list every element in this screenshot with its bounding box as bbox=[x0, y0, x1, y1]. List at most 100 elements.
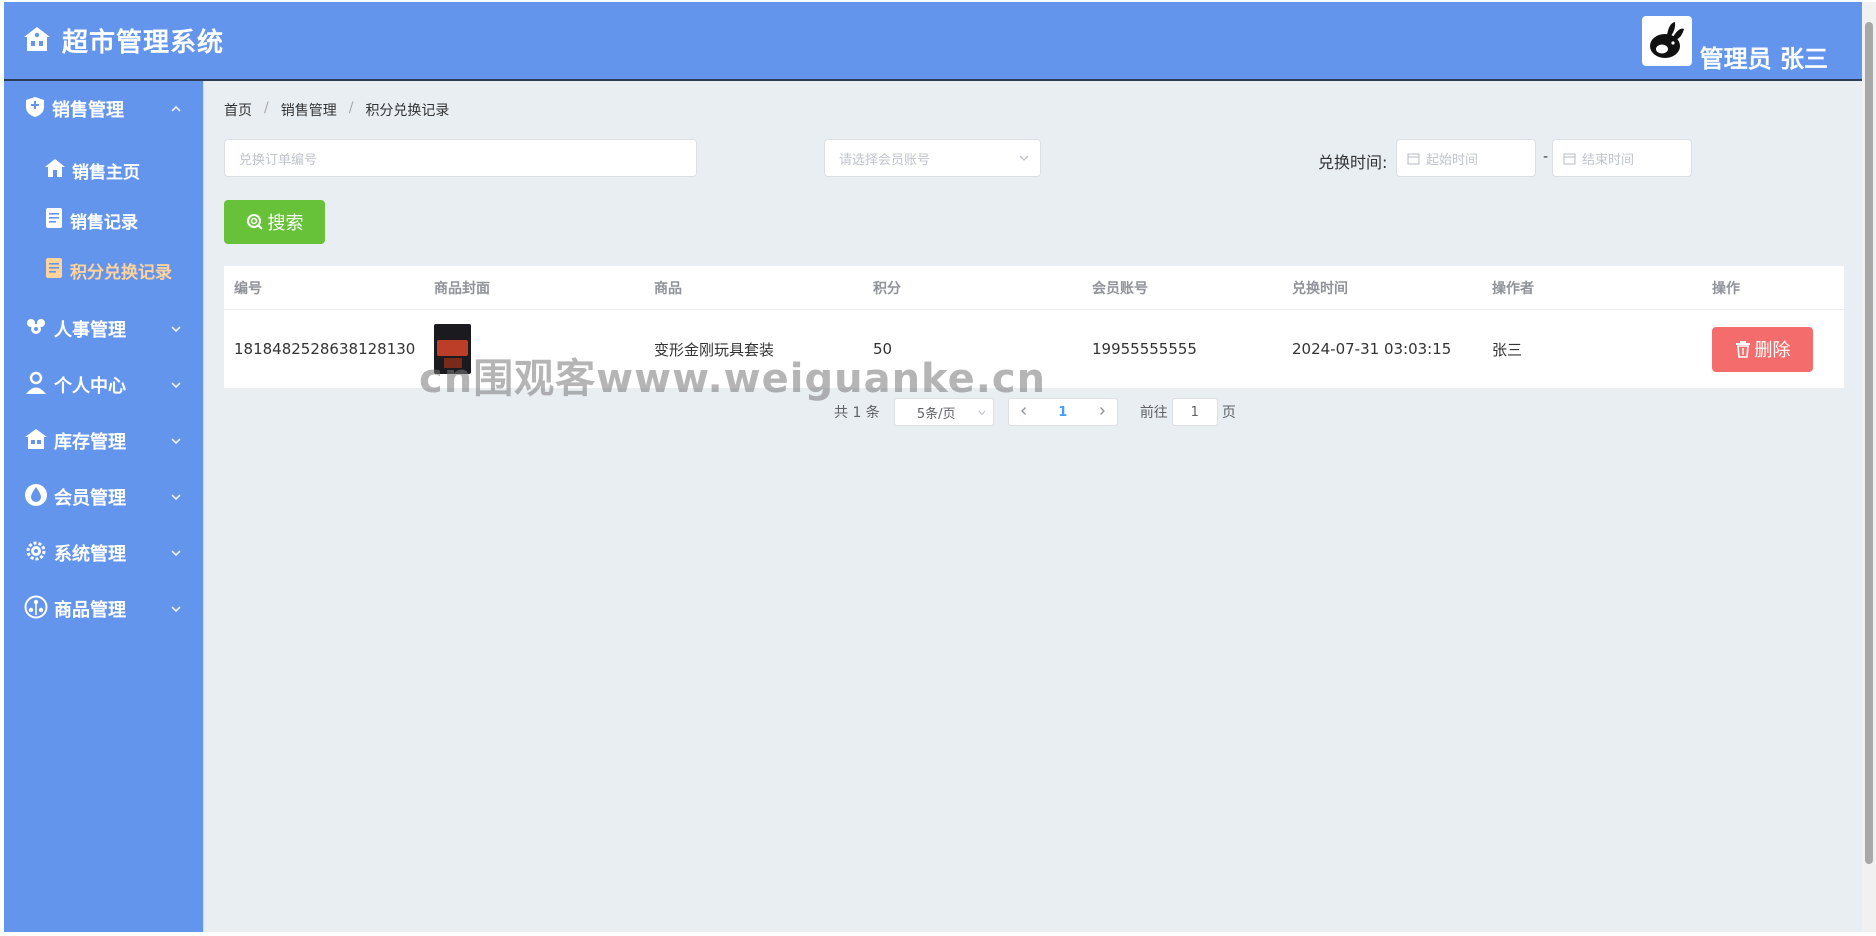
search-button-label: 搜索 bbox=[267, 213, 304, 234]
user-name: 管理员 张三 bbox=[1699, 45, 1828, 73]
store-icon bbox=[22, 25, 52, 57]
sidebar-item-sales-records[interactable]: 销售记录 bbox=[4, 195, 203, 245]
end-time-placeholder: 结束时间 bbox=[1582, 152, 1635, 168]
search-icon bbox=[246, 213, 264, 231]
trash-icon bbox=[1735, 340, 1751, 358]
breadcrumb-home[interactable]: 首页 bbox=[224, 100, 252, 120]
shield-icon bbox=[24, 96, 46, 122]
goto-suffix: 页 bbox=[1221, 405, 1236, 421]
menu-sales[interactable]: 销售管理 bbox=[4, 81, 203, 137]
goto-prefix: 前往 bbox=[1139, 405, 1168, 421]
column-header: 积分 bbox=[873, 280, 901, 297]
menu-profile-label: 个人中心 bbox=[54, 376, 126, 397]
breadcrumb-separator: / bbox=[348, 100, 354, 116]
app-root: 超市管理系统 管理员 张三 销售管理 销售主页 销售记录 积分兑换记录 人事管理… bbox=[4, 2, 1862, 932]
delete-button[interactable]: 删除 bbox=[1712, 326, 1813, 372]
breadcrumb-current: 积分兑换记录 bbox=[365, 103, 450, 119]
watermark: cn围观客www.weiguanke.cn bbox=[419, 356, 1047, 402]
goto-page-value: 1 bbox=[1190, 404, 1199, 420]
exchange-time-label: 兑换时间: bbox=[1318, 153, 1388, 172]
sidebar-item-sales-home[interactable]: 销售主页 bbox=[4, 145, 203, 195]
menu-member[interactable]: 会员管理 bbox=[4, 469, 203, 525]
sidebar-item-label: 销售主页 bbox=[72, 162, 140, 183]
goto-page-input[interactable]: 1 bbox=[1171, 398, 1218, 426]
page-scrollbar[interactable] bbox=[1862, 2, 1876, 932]
column-header: 操作 bbox=[1712, 280, 1740, 297]
menu-profile[interactable]: 个人中心 bbox=[4, 357, 203, 413]
app-title: 超市管理系统 bbox=[62, 28, 225, 58]
prev-page-icon[interactable] bbox=[1019, 405, 1029, 420]
chevron-down-icon bbox=[1018, 152, 1030, 168]
cell-time: 2024-07-31 03:03:15 bbox=[1292, 340, 1452, 358]
cell-action: 删除 bbox=[1702, 326, 1844, 372]
chevron-down-icon bbox=[977, 407, 987, 422]
menu-inventory[interactable]: 库存管理 bbox=[4, 413, 203, 469]
chevron-down-icon bbox=[169, 433, 183, 447]
search-button[interactable]: 搜索 bbox=[224, 200, 325, 244]
user-menu[interactable]: 管理员 张三 bbox=[1641, 16, 1828, 72]
sidebar-item-points-exchange[interactable]: 积分兑换记录 bbox=[4, 245, 203, 295]
calendar-icon bbox=[1563, 152, 1576, 165]
breadcrumb-separator: / bbox=[264, 100, 269, 116]
pagination-total: 共 1 条 bbox=[834, 405, 880, 421]
top-header: 超市管理系统 管理员 张三 bbox=[4, 2, 1862, 81]
current-page[interactable]: 1 bbox=[1058, 405, 1067, 420]
scrollbar-thumb[interactable] bbox=[1865, 22, 1873, 864]
page-size-value: 5条/页 bbox=[916, 406, 956, 422]
delete-button-label: 删除 bbox=[1754, 340, 1791, 361]
people-icon bbox=[24, 316, 48, 342]
column-header: 商品 bbox=[654, 280, 682, 297]
breadcrumb: 首页 / 销售管理 / 积分兑换记录 bbox=[224, 100, 449, 120]
start-time-placeholder: 起始时间 bbox=[1426, 152, 1479, 168]
avatar[interactable] bbox=[1641, 16, 1692, 66]
drop-icon bbox=[24, 483, 48, 511]
column-header: 兑换时间 bbox=[1292, 280, 1348, 297]
chevron-down-icon bbox=[169, 489, 183, 503]
menu-product[interactable]: 商品管理 bbox=[4, 581, 203, 637]
warehouse-icon bbox=[24, 428, 48, 454]
gear-icon bbox=[24, 539, 48, 567]
menu-inventory-label: 库存管理 bbox=[54, 432, 126, 453]
breadcrumb-sales[interactable]: 销售管理 bbox=[281, 100, 337, 120]
start-time-input[interactable]: 起始时间 bbox=[1396, 139, 1536, 177]
order-id-input[interactable]: 兑换订单编号 bbox=[224, 139, 697, 177]
menu-hr-label: 人事管理 bbox=[54, 320, 126, 341]
cell-member: 19955555555 bbox=[1092, 340, 1197, 358]
chevron-down-icon bbox=[169, 545, 183, 559]
chevron-down-icon bbox=[169, 321, 183, 335]
document-icon bbox=[44, 207, 64, 233]
menu-product-label: 商品管理 bbox=[54, 600, 126, 621]
sales-submenu: 销售主页 销售记录 积分兑换记录 bbox=[4, 137, 203, 301]
column-header: 会员账号 bbox=[1092, 280, 1148, 297]
menu-member-label: 会员管理 bbox=[54, 488, 126, 509]
menu-system-label: 系统管理 bbox=[54, 544, 126, 565]
end-time-input[interactable]: 结束时间 bbox=[1552, 139, 1692, 177]
column-header: 编号 bbox=[234, 280, 262, 297]
menu-sales-label: 销售管理 bbox=[52, 100, 124, 121]
menu-hr[interactable]: 人事管理 bbox=[4, 301, 203, 357]
chevron-down-icon bbox=[169, 601, 183, 615]
column-header: 操作者 bbox=[1492, 280, 1534, 297]
calendar-icon bbox=[1407, 152, 1420, 165]
main-content: 首页 / 销售管理 / 积分兑换记录 兑换订单编号 请选择会员账号 兑换时间: … bbox=[204, 81, 1862, 932]
cell-operator: 张三 bbox=[1492, 340, 1523, 359]
member-select-placeholder: 请选择会员账号 bbox=[839, 152, 931, 168]
next-page-icon[interactable] bbox=[1097, 405, 1107, 420]
column-header: 商品封面 bbox=[434, 280, 490, 297]
chevron-down-icon bbox=[169, 377, 183, 391]
sidebar-item-label: 销售记录 bbox=[70, 212, 138, 233]
menu-system[interactable]: 系统管理 bbox=[4, 525, 203, 581]
table-header: 编号 商品封面 商品 积分 会员账号 兑换时间 操作者 操作 bbox=[224, 266, 1844, 310]
document-icon bbox=[44, 257, 64, 283]
order-id-placeholder: 兑换订单编号 bbox=[239, 152, 318, 168]
home-icon bbox=[44, 158, 66, 182]
member-select[interactable]: 请选择会员账号 bbox=[824, 139, 1041, 177]
chevron-up-icon bbox=[169, 101, 183, 115]
brand: 超市管理系统 bbox=[22, 22, 224, 59]
cell-id: 1818482528638128130 bbox=[234, 340, 416, 358]
range-separator: - bbox=[1543, 149, 1549, 165]
sidebar-item-label: 积分兑换记录 bbox=[70, 262, 172, 283]
sidebar: 销售管理 销售主页 销售记录 积分兑换记录 人事管理 个人中心 库存管理 会员管… bbox=[4, 81, 204, 932]
user-icon bbox=[24, 371, 48, 399]
product-icon bbox=[24, 595, 48, 623]
